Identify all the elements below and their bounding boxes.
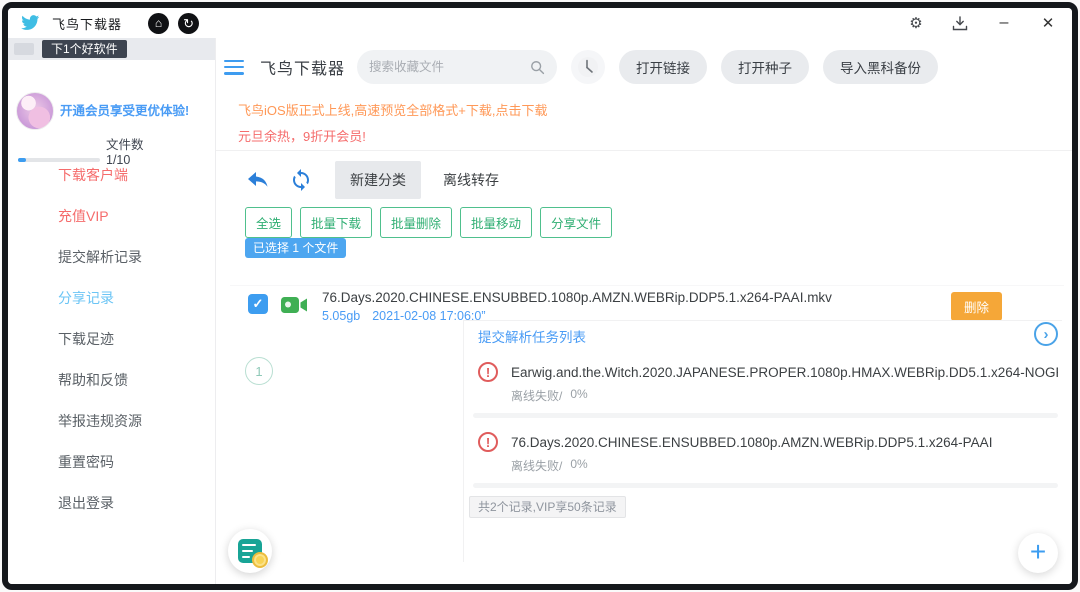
promo-ghost-icon (14, 43, 34, 55)
offline-transfer-tab[interactable]: 离线转存 (443, 170, 499, 190)
error-exclamation-icon: ! (478, 362, 498, 382)
task-panel-title-link[interactable]: 提交解析任务列表 (478, 326, 586, 346)
batch-actions: 全选 批量下载 批量删除 批量移动 分享文件 (245, 207, 612, 238)
expand-panel-chevron-icon[interactable]: › (1034, 322, 1058, 346)
search-input[interactable] (369, 60, 530, 74)
app-window: 飞鸟下载器 ⌂ ↻ ⚙ – ✕ 下1个好软件 开通会员享受更优体验! 文件数 1… (2, 2, 1078, 590)
sidebar-item-download-client[interactable]: 下载客户端 (58, 168, 142, 182)
minimize-button[interactable]: – (994, 13, 1014, 33)
rewards-checkin-button[interactable] (228, 529, 272, 573)
search-icon[interactable] (530, 59, 545, 76)
file-count-progress-fill (18, 158, 26, 162)
settings-gear-icon[interactable]: ⚙ (906, 13, 926, 33)
task-name: 76.Days.2020.CHINESE.ENSUBBED.1080p.AMZN… (511, 435, 992, 450)
app-logo-bird-icon (20, 15, 40, 31)
new-year-promo-notice[interactable]: 元旦余热，9折开会员! (238, 126, 366, 145)
main-header: 飞鸟下载器 打开链接 打开种子 导入黑科备份 (224, 48, 938, 86)
main-content: 飞鸟下载器 打开链接 打开种子 导入黑科备份 飞鸟iOS版正式上线,高速预览全部… (216, 38, 1072, 584)
file-size: 5.05gb (322, 309, 360, 323)
file-row[interactable]: ✓ 76.Days.2020.CHINESE.ENSUBBED.1080p.AM… (248, 290, 1064, 334)
ios-release-notice[interactable]: 飞鸟iOS版正式上线,高速预览全部格式+下载,点击下载 (238, 100, 548, 119)
import-backup-button[interactable]: 导入黑科备份 (823, 50, 938, 84)
error-exclamation-icon: ! (478, 432, 498, 452)
task-status: 离线失败/ (511, 457, 562, 474)
reload-icon[interactable]: ↻ (178, 13, 199, 34)
video-file-icon (281, 296, 308, 314)
promo-badge[interactable]: 下1个好软件 (42, 40, 127, 58)
sidebar-menu: 下载客户端 充值VIP 提交解析记录 分享记录 下载足迹 帮助和反馈 举报违规资… (58, 168, 142, 510)
open-torrent-button[interactable]: 打开种子 (721, 50, 809, 84)
file-checkbox[interactable]: ✓ (248, 294, 268, 314)
file-row-divider (230, 285, 1064, 286)
coin-icon (252, 552, 268, 568)
pagination-page-1[interactable]: 1 (245, 357, 273, 385)
selected-count-badge: 已选择 1 个文件 (245, 238, 346, 258)
new-category-button[interactable]: 新建分类 (335, 161, 421, 199)
task-meta: 离线失败/ 0% (511, 387, 1058, 404)
promo-strip: 下1个好软件 (8, 38, 215, 60)
task-head: ! 76.Days.2020.CHINESE.ENSUBBED.1080p.AM… (478, 432, 1058, 452)
delete-file-button[interactable]: 删除 (951, 292, 1002, 321)
download-tray-icon[interactable] (950, 13, 970, 33)
page-title: 飞鸟下载器 (260, 55, 345, 79)
task-progress: 0% (570, 387, 587, 404)
close-button[interactable]: ✕ (1038, 13, 1058, 33)
share-files-button[interactable]: 分享文件 (540, 207, 612, 238)
member-upgrade-link[interactable]: 开通会员享受更优体验! (60, 103, 189, 119)
task-progress: 0% (570, 457, 587, 474)
record-count-badge: 共2个记录,VIP享50条记录 (469, 496, 626, 518)
task-item[interactable]: ! Earwig.and.the.Witch.2020.JAPANESE.PRO… (463, 358, 1058, 418)
home-icon[interactable]: ⌂ (148, 13, 169, 34)
sidebar-item-help-feedback[interactable]: 帮助和反馈 (58, 373, 142, 387)
hamburger-menu-icon[interactable] (224, 60, 244, 75)
sidebar: 下1个好软件 开通会员享受更优体验! 文件数 1/10 下载客户端 充值VIP … (8, 38, 216, 584)
sidebar-item-parse-records[interactable]: 提交解析记录 (58, 250, 142, 264)
batch-delete-button[interactable]: 批量删除 (380, 207, 452, 238)
file-info: 76.Days.2020.CHINESE.ENSUBBED.1080p.AMZN… (322, 290, 832, 323)
titlebar: 飞鸟下载器 ⌂ ↻ ⚙ – ✕ (8, 8, 1072, 38)
window-title: 飞鸟下载器 (52, 14, 122, 33)
task-panel-top-border (463, 320, 1062, 321)
sidebar-item-reset-password[interactable]: 重置密码 (58, 455, 142, 469)
batch-move-button[interactable]: 批量移动 (460, 207, 532, 238)
profile-section: 开通会员享受更优体验! (16, 92, 211, 130)
file-name[interactable]: 76.Days.2020.CHINESE.ENSUBBED.1080p.AMZN… (322, 290, 832, 305)
search-box (357, 50, 557, 84)
back-arrow-icon[interactable] (245, 168, 271, 192)
batch-download-button[interactable]: 批量下载 (300, 207, 372, 238)
sidebar-item-download-history[interactable]: 下载足迹 (58, 332, 142, 346)
sidebar-item-share-records[interactable]: 分享记录 (58, 291, 142, 305)
select-all-button[interactable]: 全选 (245, 207, 292, 238)
task-status: 离线失败/ (511, 387, 562, 404)
file-count-label: 文件数 (106, 134, 144, 153)
sidebar-item-report-violation[interactable]: 举报违规资源 (58, 414, 142, 428)
sidebar-item-logout[interactable]: 退出登录 (58, 496, 142, 510)
header-divider (216, 150, 1072, 151)
file-count-value: 1/10 (106, 153, 130, 167)
task-progressbar (473, 483, 1058, 488)
history-clock-icon[interactable] (571, 50, 605, 84)
refresh-icon[interactable] (289, 168, 313, 192)
task-item[interactable]: ! 76.Days.2020.CHINESE.ENSUBBED.1080p.AM… (463, 428, 1058, 488)
open-link-button[interactable]: 打开链接 (619, 50, 707, 84)
toolbar: 新建分类 离线转存 (245, 163, 499, 197)
task-name: Earwig.and.the.Witch.2020.JAPANESE.PROPE… (511, 365, 1058, 380)
user-avatar[interactable] (16, 92, 54, 130)
task-list: ! Earwig.and.the.Witch.2020.JAPANESE.PRO… (463, 358, 1058, 498)
sidebar-item-recharge-vip[interactable]: 充值VIP (58, 209, 142, 223)
file-count-progressbar (18, 158, 100, 162)
task-progressbar (473, 413, 1058, 418)
task-head: ! Earwig.and.the.Witch.2020.JAPANESE.PRO… (478, 362, 1058, 382)
task-meta: 离线失败/ 0% (511, 457, 1058, 474)
task-list-coin-icon (238, 539, 262, 563)
add-task-button[interactable]: + (1018, 533, 1058, 573)
